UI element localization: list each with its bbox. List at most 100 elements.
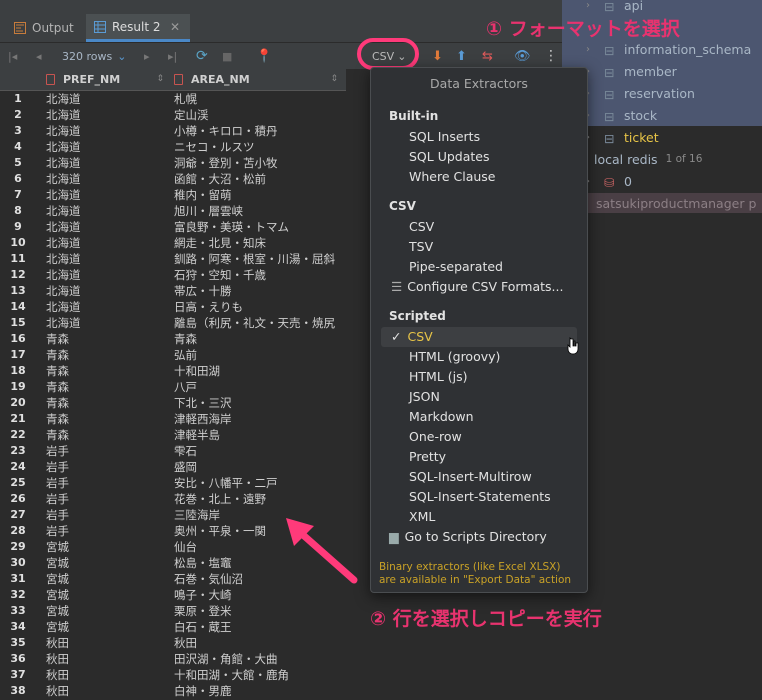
pin-icon[interactable]: 📍 [256, 47, 272, 65]
row-number[interactable]: 25 [0, 475, 36, 491]
table-row[interactable]: 12 北海道 石狩・空知・千歳 [0, 267, 346, 283]
row-number[interactable]: 34 [0, 619, 36, 635]
cell-pref-nm[interactable]: 岩手 [46, 507, 69, 523]
table-row[interactable]: 18 青森 十和田湖 [0, 363, 346, 379]
cell-pref-nm[interactable]: 秋田 [46, 667, 69, 683]
cell-pref-nm[interactable]: 北海道 [46, 171, 81, 187]
cell-pref-nm[interactable]: 北海道 [46, 235, 81, 251]
cell-pref-nm[interactable]: 青森 [46, 411, 69, 427]
cell-pref-nm[interactable]: 北海道 [46, 299, 81, 315]
cell-pref-nm[interactable]: 宮城 [46, 619, 69, 635]
cell-area-nm[interactable]: 石狩・空知・千歳 [174, 267, 346, 283]
download-icon[interactable]: ⬇ [432, 47, 443, 65]
cell-area-nm[interactable]: 稚内・留萌 [174, 187, 346, 203]
menu-item-html-groovy[interactable]: HTML (groovy) [409, 349, 500, 364]
table-row[interactable]: 6 北海道 函館・大沼・松前 [0, 171, 346, 187]
cell-pref-nm[interactable]: 秋田 [46, 651, 69, 667]
cell-area-nm[interactable]: ニセコ・ルスツ [174, 139, 346, 155]
row-count-dropdown[interactable]: 320 rows ⌄ [62, 47, 126, 65]
menu-item-scripted-csv[interactable]: ✓ CSV [391, 329, 433, 344]
cell-area-nm[interactable]: 下北・三沢 [174, 395, 346, 411]
table-row[interactable]: 17 青森 弘前 [0, 347, 346, 363]
menu-item-html-js[interactable]: HTML (js) [409, 369, 468, 384]
table-row[interactable]: 7 北海道 稚内・留萌 [0, 187, 346, 203]
tree-item-db-0[interactable]: › ⛁ 0 [586, 171, 632, 191]
row-number[interactable]: 10 [0, 235, 36, 251]
table-row[interactable]: 5 北海道 洞爺・登別・苫小牧 [0, 155, 346, 171]
cell-area-nm[interactable]: 小樽・キロロ・積丹 [174, 123, 346, 139]
cell-area-nm[interactable]: 富良野・美瑛・トマム [174, 219, 346, 235]
row-number[interactable]: 29 [0, 539, 36, 555]
column-header-pref-nm[interactable]: PREF_NM ⇕ [46, 68, 170, 90]
cell-area-nm[interactable]: 津軽西海岸 [174, 411, 346, 427]
cell-area-nm[interactable]: 網走・北見・知床 [174, 235, 346, 251]
table-row[interactable]: 10 北海道 網走・北見・知床 [0, 235, 346, 251]
cell-pref-nm[interactable]: 宮城 [46, 539, 69, 555]
cell-pref-nm[interactable]: 北海道 [46, 139, 81, 155]
row-number[interactable]: 24 [0, 459, 36, 475]
cell-area-nm[interactable]: 函館・大沼・松前 [174, 171, 346, 187]
row-number[interactable]: 37 [0, 667, 36, 683]
row-number[interactable]: 1 [0, 91, 36, 107]
tree-item-api[interactable]: › ⊟ api [586, 0, 643, 15]
menu-item-sql-insert-multirow[interactable]: SQL-Insert-Multirow [409, 469, 532, 484]
row-number[interactable]: 15 [0, 315, 36, 331]
table-row[interactable]: 13 北海道 帯広・十勝 [0, 283, 346, 299]
row-number[interactable]: 14 [0, 299, 36, 315]
cell-area-nm[interactable]: 安比・八幡平・二戸 [174, 475, 346, 491]
cell-area-nm[interactable]: 十和田湖・大館・鹿角 [174, 667, 346, 683]
table-row[interactable]: 25 岩手 安比・八幡平・二戸 [0, 475, 346, 491]
cell-pref-nm[interactable]: 宮城 [46, 571, 69, 587]
cell-area-nm[interactable]: 札幌 [174, 91, 346, 107]
cell-pref-nm[interactable]: 青森 [46, 395, 69, 411]
cell-area-nm[interactable]: 盛岡 [174, 459, 346, 475]
menu-item-tsv[interactable]: TSV [409, 239, 433, 254]
table-row[interactable]: 19 青森 八戸 [0, 379, 346, 395]
menu-item-sql-insert-statements[interactable]: SQL-Insert-Statements [409, 489, 551, 504]
row-number[interactable]: 18 [0, 363, 36, 379]
cell-pref-nm[interactable]: 青森 [46, 427, 69, 443]
cell-pref-nm[interactable]: 北海道 [46, 267, 81, 283]
table-row[interactable]: 23 岩手 雫石 [0, 443, 346, 459]
tree-item-member[interactable]: › ⊟ member [586, 61, 677, 81]
cell-pref-nm[interactable]: 宮城 [46, 587, 69, 603]
cell-area-nm[interactable]: 鳴子・大崎 [174, 587, 346, 603]
table-row[interactable]: 21 青森 津軽西海岸 [0, 411, 346, 427]
cell-area-nm[interactable]: 雫石 [174, 443, 346, 459]
cell-pref-nm[interactable]: 岩手 [46, 459, 69, 475]
cell-pref-nm[interactable]: 宮城 [46, 603, 69, 619]
row-number[interactable]: 8 [0, 203, 36, 219]
cell-area-nm[interactable]: 白神・男鹿 [174, 683, 346, 699]
view-icon[interactable]: 👁 [514, 47, 531, 65]
row-number[interactable]: 32 [0, 587, 36, 603]
table-row[interactable]: 1 北海道 札幌 [0, 91, 346, 107]
last-page-icon[interactable]: ▸| [168, 47, 177, 65]
table-row[interactable]: 22 青森 津軽半島 [0, 427, 346, 443]
cell-area-nm[interactable]: 十和田湖 [174, 363, 346, 379]
row-number[interactable]: 7 [0, 187, 36, 203]
cell-pref-nm[interactable]: 北海道 [46, 315, 81, 331]
cell-area-nm[interactable]: 津軽半島 [174, 427, 346, 443]
next-page-icon[interactable]: ▸ [144, 47, 150, 65]
cell-pref-nm[interactable]: 岩手 [46, 443, 69, 459]
table-row[interactable]: 38 秋田 白神・男鹿 [0, 683, 346, 699]
row-number[interactable]: 16 [0, 331, 36, 347]
row-number[interactable]: 33 [0, 603, 36, 619]
cell-area-nm[interactable]: 秋田 [174, 635, 346, 651]
table-row[interactable]: 24 岩手 盛岡 [0, 459, 346, 475]
table-row[interactable]: 9 北海道 富良野・美瑛・トマム [0, 219, 346, 235]
tree-item-reservation[interactable]: › ⊟ reservation [586, 83, 695, 103]
table-row[interactable]: 16 青森 青森 [0, 331, 346, 347]
menu-item-one-row[interactable]: One-row [409, 429, 462, 444]
cell-pref-nm[interactable]: 青森 [46, 379, 69, 395]
table-row[interactable]: 15 北海道 離島（利尻・礼文・天売・焼尻 [0, 315, 346, 331]
table-row[interactable]: 2 北海道 定山渓 [0, 107, 346, 123]
row-number[interactable]: 26 [0, 491, 36, 507]
table-row[interactable]: 8 北海道 旭川・層雲峡 [0, 203, 346, 219]
cell-area-nm[interactable]: 白石・蔵王 [174, 619, 346, 635]
row-number[interactable]: 27 [0, 507, 36, 523]
cell-pref-nm[interactable]: 青森 [46, 363, 69, 379]
row-number[interactable]: 21 [0, 411, 36, 427]
sort-icon[interactable]: ⇕ [156, 74, 164, 84]
menu-item-scripts-directory[interactable]: ▆ Go to Scripts Directory [389, 529, 547, 544]
